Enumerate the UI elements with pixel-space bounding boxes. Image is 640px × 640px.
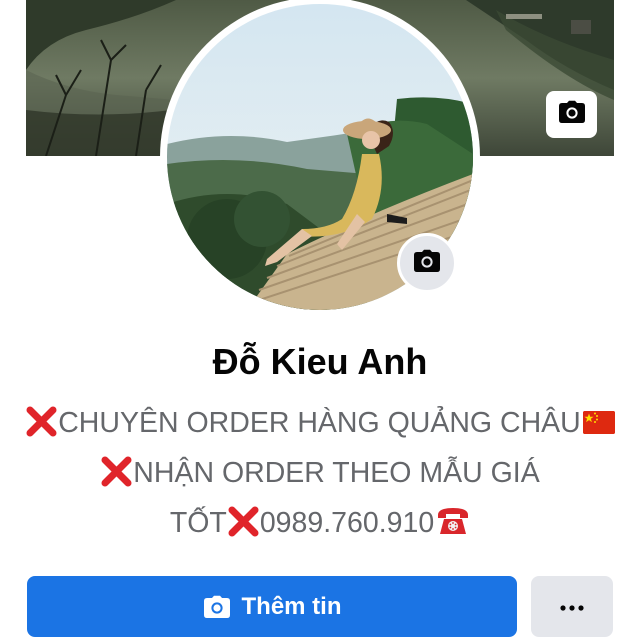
bio-text-2: NHẬN ORDER THEO MẪU GIÁ <box>133 457 540 489</box>
bio-line-2: NHẬN ORDER THEO MẪU GIÁ <box>0 448 640 498</box>
add-story-label: Thêm tin <box>241 592 342 620</box>
bio-text-1: CHUYÊN ORDER HÀNG QUẢNG CHÂU <box>58 407 581 439</box>
more-options-button[interactable] <box>531 576 613 637</box>
china-flag-icon <box>582 410 615 434</box>
telephone-icon <box>436 505 470 537</box>
bio-text-3a: TỐT <box>169 507 227 539</box>
cross-mark-icon <box>100 455 133 488</box>
cross-mark-icon <box>227 505 260 538</box>
camera-icon <box>558 100 586 129</box>
bio-phone-number: 0989.760.910 <box>259 507 435 539</box>
cross-mark-icon <box>25 405 58 438</box>
profile-name: Đỗ Kieu Anh <box>212 341 428 382</box>
more-horizontal-icon <box>560 598 584 616</box>
edit-cover-button[interactable] <box>546 91 597 138</box>
bio-line-1: CHUYÊN ORDER HÀNG QUẢNG CHÂU <box>0 398 640 448</box>
add-story-button[interactable]: Thêm tin <box>27 576 517 637</box>
camera-icon <box>203 595 231 619</box>
edit-avatar-button[interactable] <box>397 233 457 293</box>
profile-bio: CHUYÊN ORDER HÀNG QUẢNG CHÂU NHẬN ORDER … <box>0 398 640 548</box>
bio-line-3: TỐT 0989.760.910 <box>0 498 640 548</box>
camera-icon <box>413 249 441 278</box>
